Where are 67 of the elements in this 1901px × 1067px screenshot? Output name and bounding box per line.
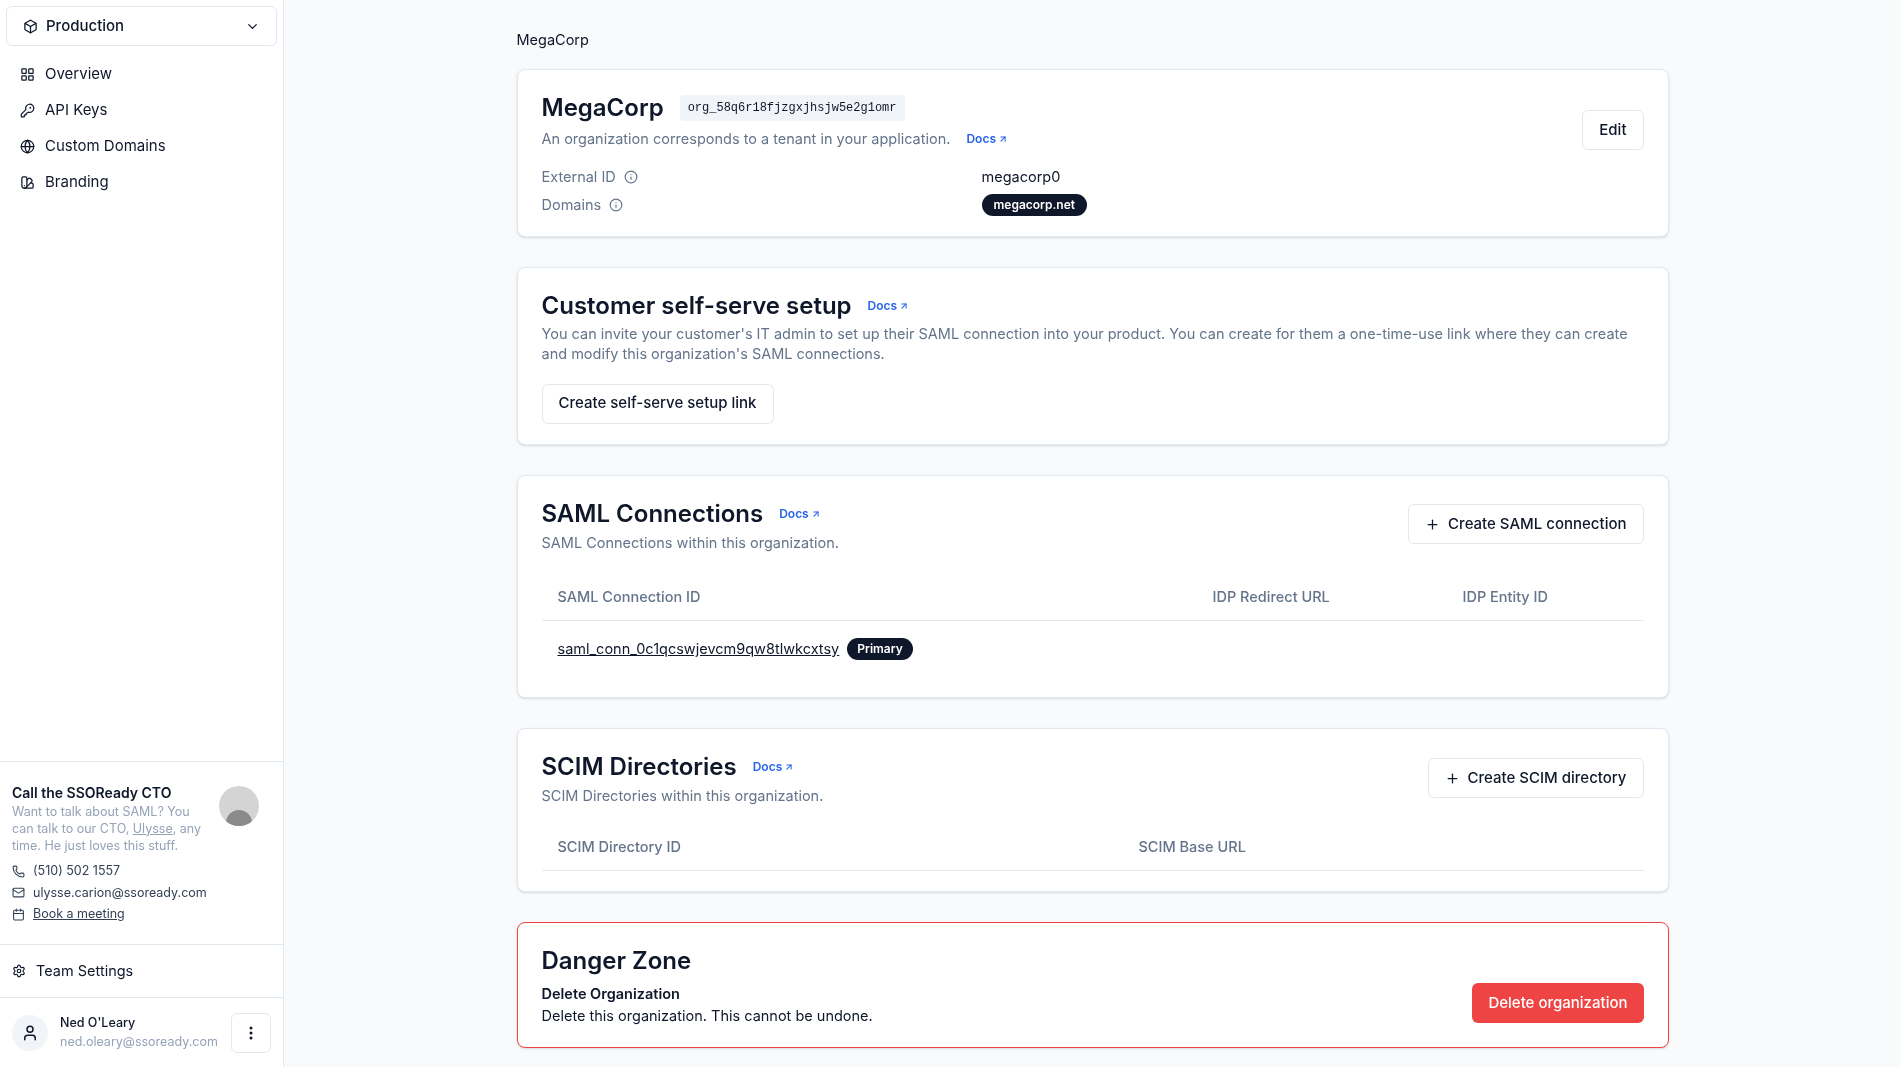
globe-icon	[20, 138, 35, 154]
mail-icon	[12, 886, 25, 900]
info-icon	[609, 197, 624, 212]
column-header: SCIM Base URL	[1138, 836, 1247, 857]
connection-link[interactable]: saml_conn_0c1qcswjevcm9qw8tlwkcxtsy	[557, 638, 840, 661]
section-title: SAML Connections	[541, 497, 764, 530]
avatar	[219, 785, 259, 826]
section-title: Danger Zone	[541, 945, 693, 977]
meeting-link[interactable]: Book a meeting	[33, 905, 125, 924]
docs-link[interactable]: Docs	[966, 129, 1008, 148]
user-icon	[21, 1023, 39, 1042]
arrow-icon	[784, 762, 795, 773]
environment-select[interactable]: Production	[6, 6, 277, 46]
calendar-icon	[12, 908, 25, 922]
phone-icon	[12, 864, 25, 878]
column-header: SCIM Directory ID	[557, 836, 682, 857]
field-label: External ID	[541, 166, 616, 187]
nav-item[interactable]: Branding	[20, 164, 263, 200]
key-icon	[20, 102, 35, 118]
cube-icon	[23, 18, 38, 34]
edit-button[interactable]: Edit	[1582, 109, 1644, 150]
plus-icon	[1444, 770, 1460, 786]
docs-link[interactable]: Docs	[752, 758, 795, 777]
grid-icon	[20, 66, 35, 82]
delete-description: Delete this organization. This cannot be undone.	[541, 1005, 874, 1027]
swatch-icon	[20, 174, 35, 190]
cto-title: Call the SSOReady CTO	[12, 782, 173, 803]
arrow-icon	[998, 133, 1008, 144]
organization-id: org_58q6r18fjzgxjhsjw5e2g1omr	[679, 94, 905, 121]
nav-item[interactable]: Overview	[20, 56, 263, 92]
section-description: You can invite your customer's IT admin to set up their SAML connection into your product. You can create for them a one-time-use link where they can create and modify this organization's SAML connections.	[541, 323, 1629, 364]
create-scim-button[interactable]: Create SCIM directory	[1427, 758, 1644, 799]
plus-icon	[1425, 516, 1441, 532]
arrow-icon	[810, 508, 821, 519]
cto-text: Want to talk about SAML? You can talk to our CTO, Ulysse, any time. He just loves this stuff.	[12, 802, 203, 854]
organization-description: An organization corresponds to a tenant in your application.	[541, 128, 951, 150]
more-icon	[249, 1025, 253, 1040]
user-email: ned.oleary@ssoready.com	[60, 1032, 219, 1051]
settings-icon	[12, 964, 26, 978]
primary-badge: Primary	[847, 638, 913, 661]
section-title: SCIM Directories	[541, 751, 737, 784]
email-address: ulysse.carion@ssoready.com	[33, 883, 207, 902]
nav-item[interactable]: Custom Domains	[20, 128, 263, 164]
section-description: SAML Connections within this organization.	[541, 532, 840, 554]
info-icon	[623, 169, 638, 184]
team-settings-link[interactable]: Team Settings	[12, 960, 134, 982]
create-saml-button[interactable]: Create SAML connection	[1408, 504, 1644, 545]
user-name: Ned O'Leary	[60, 1013, 137, 1032]
column-header: IDP Redirect URL	[1212, 586, 1331, 607]
organization-name: MegaCorp	[541, 91, 664, 124]
delete-title: Delete Organization	[541, 984, 681, 1004]
docs-link[interactable]: Docs	[867, 296, 910, 315]
more-button[interactable]	[231, 1012, 271, 1053]
breadcrumb: MegaCorp	[516, 30, 590, 51]
column-header: SAML Connection ID	[557, 586, 702, 607]
field-label: Domains	[541, 194, 602, 215]
phone-number: (510) 502 1557	[33, 861, 121, 880]
docs-link[interactable]: Docs	[779, 504, 821, 523]
arrow-icon	[899, 300, 910, 311]
delete-button[interactable]: Delete organization	[1472, 983, 1644, 1023]
field-value: megacorp0	[981, 166, 1061, 188]
column-header: IDP Entity ID	[1462, 586, 1549, 607]
domain-tag: megacorp.net	[981, 193, 1087, 216]
create-link-button[interactable]: Create self-serve setup link	[541, 383, 774, 424]
section-title: Customer self-serve setup	[541, 289, 852, 322]
section-description: SCIM Directories within this organization.	[541, 786, 825, 807]
nav-item[interactable]: API Keys	[20, 92, 263, 128]
